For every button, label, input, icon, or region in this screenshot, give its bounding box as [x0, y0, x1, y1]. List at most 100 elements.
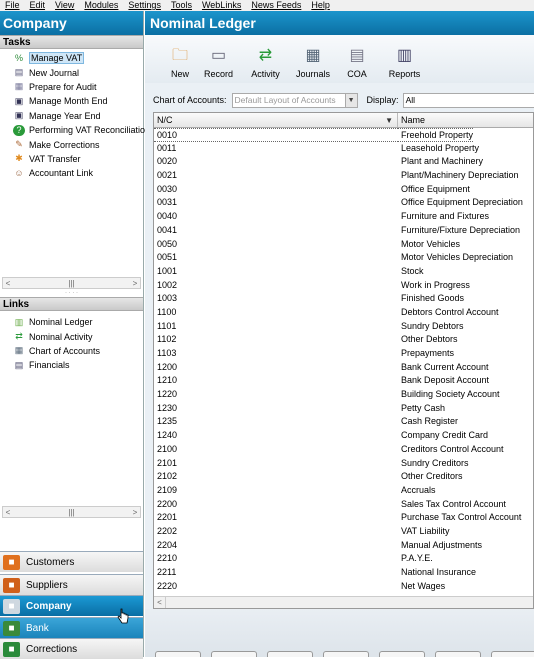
table-row[interactable]: 1210 Bank Deposit Account	[154, 374, 533, 388]
link-item[interactable]: ▤ Financials	[0, 358, 143, 372]
link-item[interactable]: ▦ Chart of Accounts	[0, 344, 143, 358]
footer-button[interactable]	[323, 651, 369, 657]
nav-corrections[interactable]: ■ Corrections	[0, 638, 143, 659]
table-row[interactable]: 1002 Work in Progress	[154, 279, 533, 293]
scroll-left-icon[interactable]: <	[154, 597, 166, 608]
links-list: ▥ Nominal Ledger ⇄ Nominal Activity ▦ Chart o…	[0, 311, 143, 506]
task-item[interactable]: ✎ Make Corrections	[0, 137, 143, 151]
table-row[interactable]: 0051 Motor Vehicles Depreciation	[154, 251, 533, 265]
toolbar-reports-button[interactable]: ▥ Reports	[379, 35, 430, 83]
table-row[interactable]: 0040 Furniture and Fixtures	[154, 210, 533, 224]
menu-modules[interactable]: Modules	[79, 0, 123, 11]
cell-nc: 0020	[157, 156, 178, 167]
table-row[interactable]: 2210 P.A.Y.E.	[154, 552, 533, 566]
menu-help[interactable]: Help	[306, 0, 335, 11]
table-row[interactable]: 1235 Cash Register	[154, 415, 533, 429]
coa-select[interactable]: Default Layout of Accounts ▼	[231, 92, 358, 108]
task-item[interactable]: % Manage VAT	[0, 51, 143, 65]
task-item[interactable]: ▦ Prepare for Audit	[0, 80, 143, 94]
column-header-nc[interactable]: N/C ▼	[154, 113, 398, 127]
link-item[interactable]: ▥ Nominal Ledger	[0, 315, 143, 329]
footer-button[interactable]	[267, 651, 313, 657]
table-row[interactable]: 1001 Stock	[154, 265, 533, 279]
links-scrollbar[interactable]: < ||| >	[2, 506, 141, 518]
menu-file[interactable]: File	[0, 0, 25, 11]
cell-nc: 2204	[157, 539, 178, 550]
cell-nc: 2220	[157, 580, 178, 591]
scroll-left-icon[interactable]: <	[3, 508, 13, 517]
table-hscrollbar[interactable]: <	[154, 596, 533, 608]
table-row[interactable]: 2201 Purchase Tax Control Account	[154, 511, 533, 525]
cell-nc: 0031	[157, 197, 178, 208]
links-title: Links	[0, 297, 143, 311]
table-row[interactable]: 0020 Plant and Machinery	[154, 155, 533, 169]
scroll-left-icon[interactable]: <	[3, 279, 13, 288]
table-row[interactable]: 0010 Freehold Property	[154, 128, 533, 142]
task-item[interactable]: ▣ Manage Month End	[0, 94, 143, 108]
footer-button[interactable]	[379, 651, 425, 657]
table-row[interactable]: 1220 Building Society Account	[154, 388, 533, 402]
scroll-right-icon[interactable]: >	[130, 279, 140, 288]
table-row[interactable]: 1103 Prepayments	[154, 347, 533, 361]
footer-button[interactable]	[211, 651, 257, 657]
toolbar-coa-button[interactable]: ▤ COA	[337, 35, 377, 83]
cell-name: Building Society Account	[401, 389, 500, 400]
table-row[interactable]: 1200 Bank Current Account	[154, 361, 533, 375]
task-item[interactable]: ☺ Accountant Link	[0, 166, 143, 180]
table-row[interactable]: 1101 Sundry Debtors	[154, 320, 533, 334]
cell-nc: 1220	[157, 389, 178, 400]
nav-suppliers[interactable]: ■ Suppliers	[0, 574, 143, 595]
footer-button[interactable]	[491, 651, 534, 657]
footer-button[interactable]	[155, 651, 201, 657]
scroll-right-icon[interactable]: >	[130, 508, 140, 517]
table-row[interactable]: 2204 Manual Adjustments	[154, 539, 533, 553]
table-row[interactable]: 1102 Other Debtors	[154, 333, 533, 347]
table-row[interactable]: 2211 National Insurance	[154, 566, 533, 580]
cell-nc: 0021	[157, 170, 178, 181]
tasks-scrollbar[interactable]: < ||| >	[2, 277, 141, 289]
table-row[interactable]: 2220 Net Wages	[154, 580, 533, 594]
table-row[interactable]: 2109 Accruals	[154, 484, 533, 498]
table-row[interactable]: 0030 Office Equipment	[154, 183, 533, 197]
footer-button[interactable]	[435, 651, 481, 657]
toolbar-activity-button[interactable]: ⇄ Activity	[242, 35, 289, 83]
menu-view[interactable]: View	[50, 0, 79, 11]
table-row[interactable]: 2202 VAT Liability	[154, 525, 533, 539]
menu-edit[interactable]: Edit	[25, 0, 51, 11]
task-item[interactable]: ✱ VAT Transfer	[0, 152, 143, 166]
menu-news-feeds[interactable]: News Feeds	[246, 0, 306, 11]
table-row[interactable]: 1240 Company Credit Card	[154, 429, 533, 443]
table-row[interactable]: 0041 Furniture/Fixture Depreciation	[154, 224, 533, 238]
table-row[interactable]: 2100 Creditors Control Account	[154, 443, 533, 457]
item-label: Performing VAT Reconciliatio	[29, 125, 146, 136]
scroll-grip-icon: |||	[68, 507, 75, 517]
table-row[interactable]: 0011 Leasehold Property	[154, 142, 533, 156]
toolbar-record-button[interactable]: ▭ Record	[197, 35, 240, 83]
table-row[interactable]: 0050 Motor Vehicles	[154, 238, 533, 252]
table-row[interactable]: 1230 Petty Cash	[154, 402, 533, 416]
table-row[interactable]: 2200 Sales Tax Control Account	[154, 498, 533, 512]
table-header: N/C ▼ Name	[154, 113, 533, 128]
left-panel: Company Tasks % Manage VAT ▤ New Journal ▦ Pr…	[0, 11, 146, 659]
table-row[interactable]: 2101 Sundry Creditors	[154, 457, 533, 471]
toolbar-journals-button[interactable]: ▦ Journals	[291, 35, 335, 83]
chevron-down-icon[interactable]: ▼	[344, 93, 357, 107]
column-header-name[interactable]: Name	[398, 113, 425, 127]
link-item[interactable]: ⇄ Nominal Activity	[0, 329, 143, 343]
table-row[interactable]: 1100 Debtors Control Account	[154, 306, 533, 320]
menu-tools[interactable]: Tools	[166, 0, 197, 11]
table-row[interactable]: 1003 Finished Goods	[154, 292, 533, 306]
table-row[interactable]: 0031 Office Equipment Depreciation	[154, 196, 533, 210]
toolbar-new-button[interactable]: 🗀 New	[165, 35, 195, 83]
task-item[interactable]: ▤ New Journal	[0, 65, 143, 79]
cell-nc: 1102	[157, 334, 177, 345]
task-item[interactable]: ? Performing VAT Reconciliatio	[0, 123, 146, 137]
menu-settings[interactable]: Settings	[123, 0, 166, 11]
table-row[interactable]: 0021 Plant/Machinery Depreciation	[154, 169, 533, 183]
nav-customers[interactable]: ■ Customers	[0, 551, 143, 572]
panel-splitter[interactable]: · · · ·	[0, 289, 143, 297]
menu-weblinks[interactable]: WebLinks	[197, 0, 246, 11]
task-item[interactable]: ▣ Manage Year End	[0, 109, 143, 123]
table-row[interactable]: 2102 Other Creditors	[154, 470, 533, 484]
display-input[interactable]: All	[402, 92, 534, 108]
